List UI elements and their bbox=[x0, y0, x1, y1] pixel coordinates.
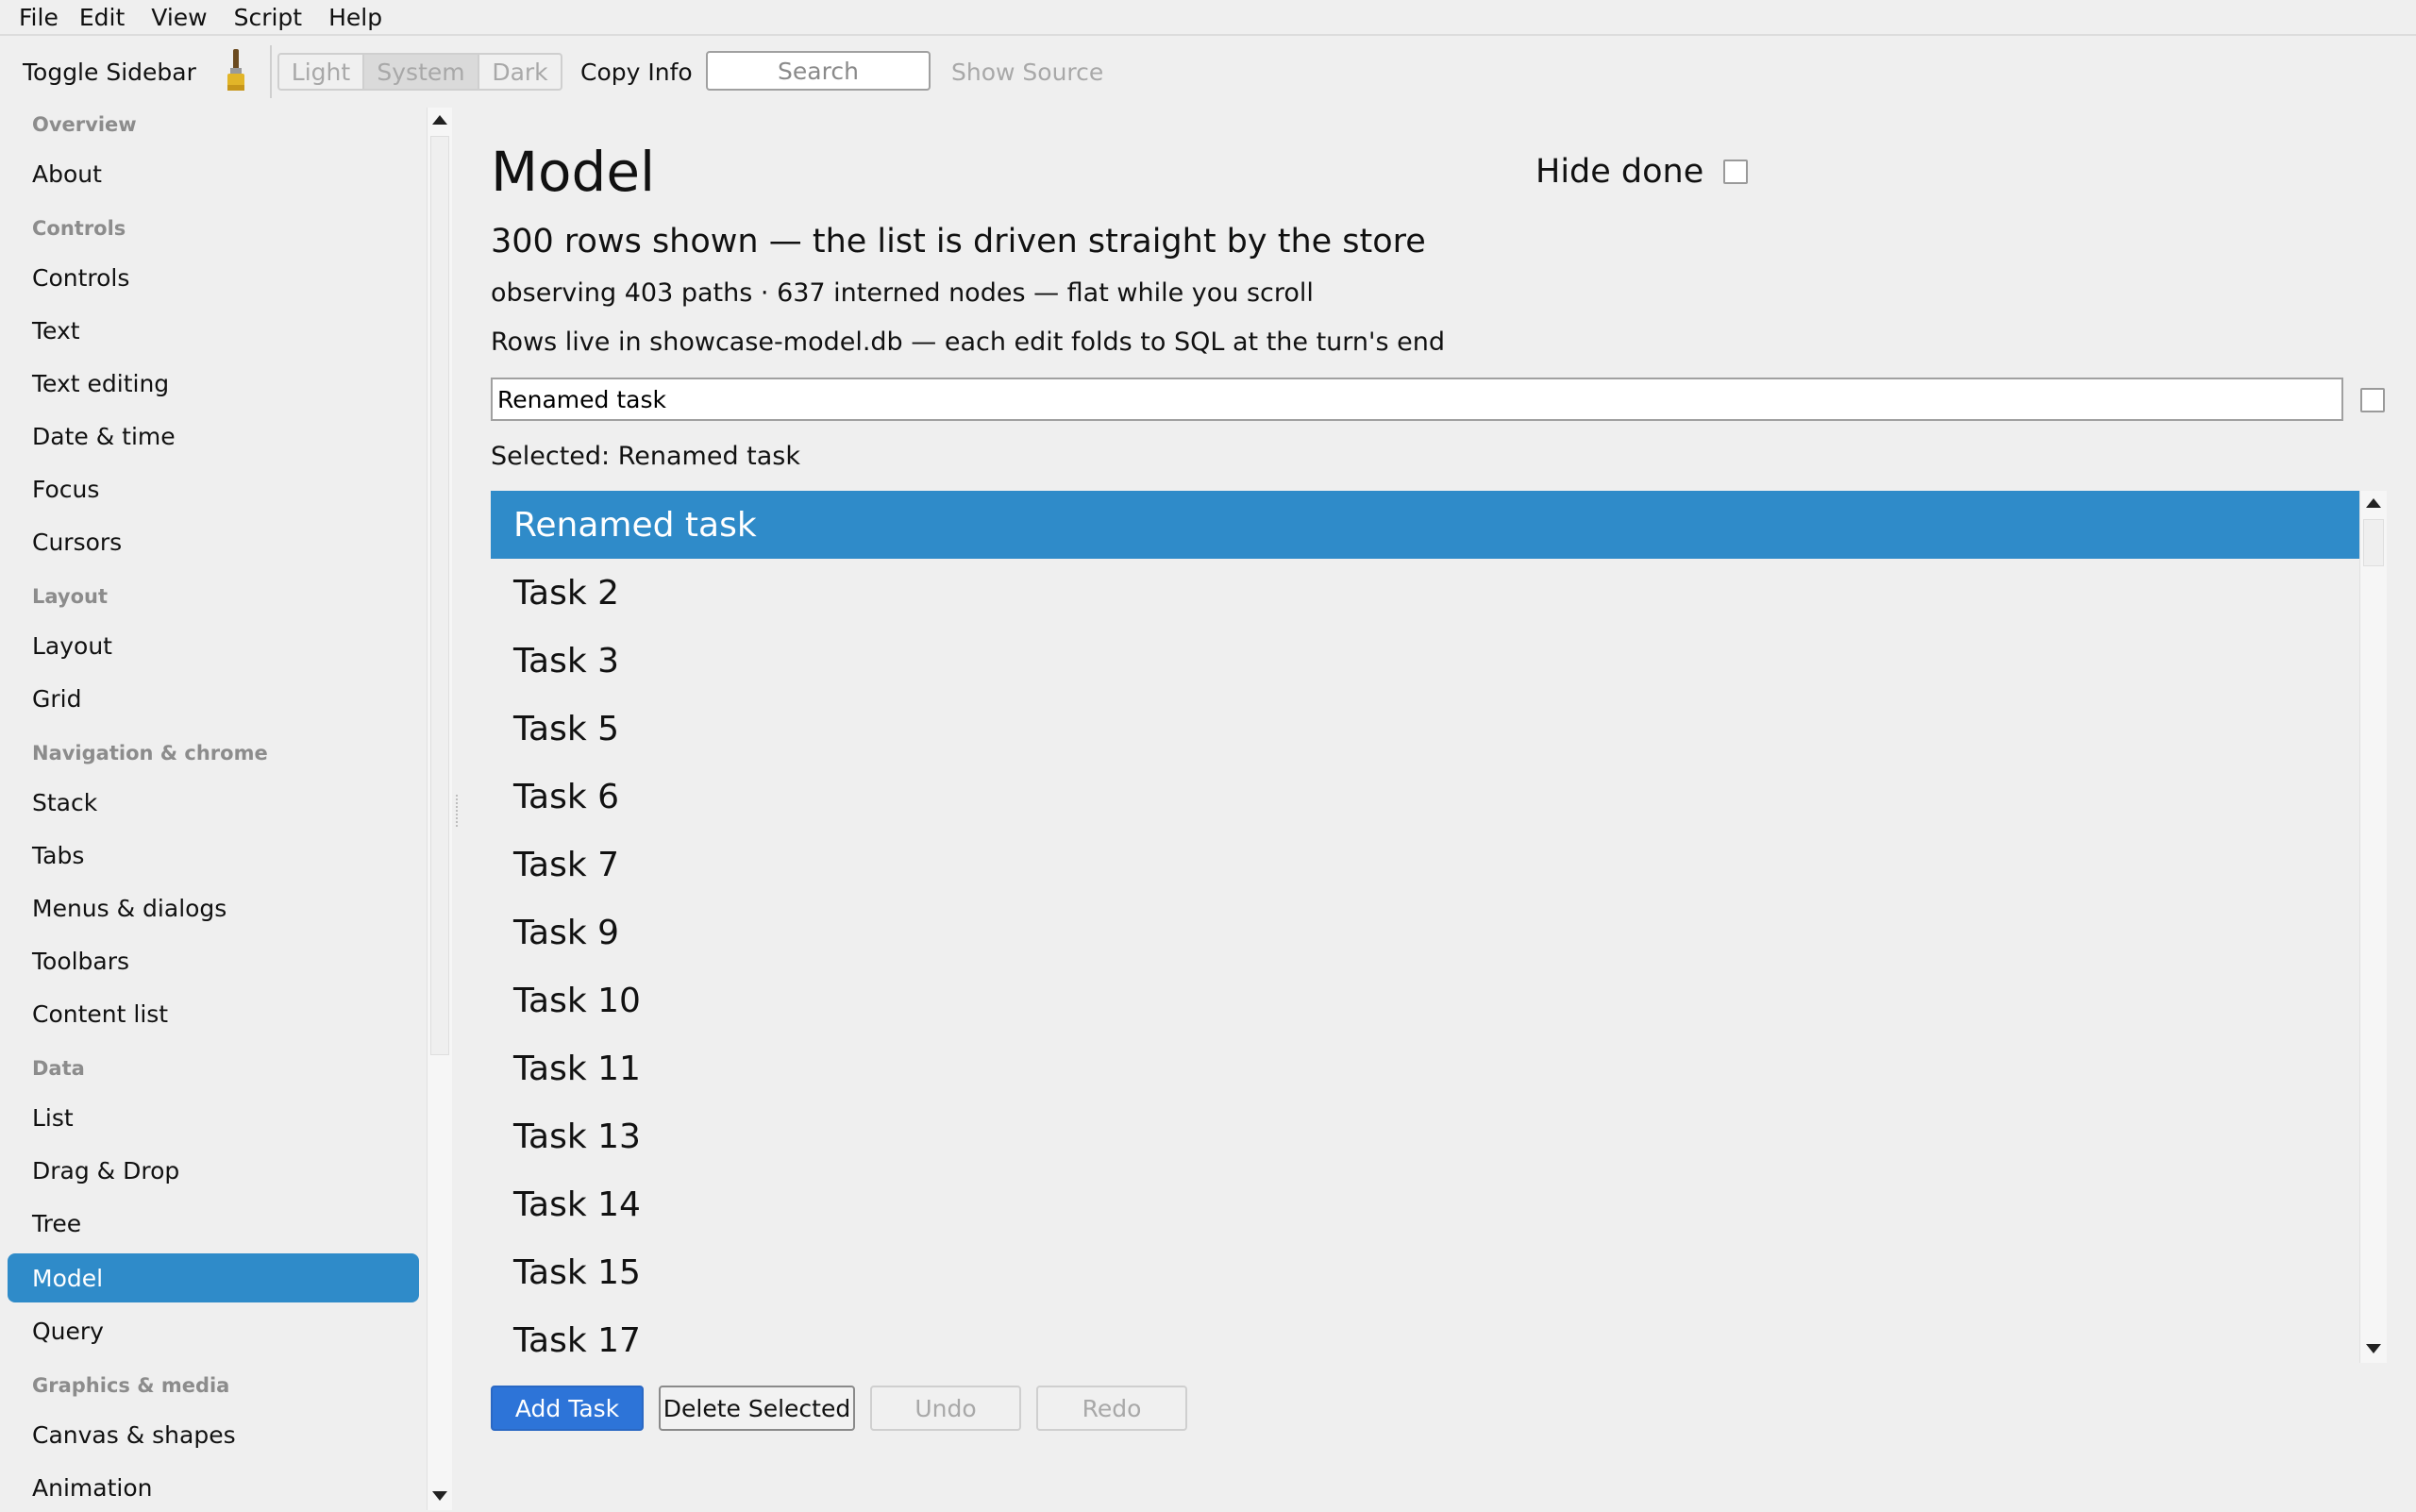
selected-task-label: Selected: Renamed task bbox=[491, 442, 801, 471]
rows-shown-text: 300 rows shown — the list is driven stra… bbox=[491, 223, 1426, 260]
sidebar-item-text-editing[interactable]: Text editing bbox=[8, 359, 419, 408]
sidebar-section-navigation: Navigation & chrome bbox=[32, 742, 268, 764]
scroll-up-arrow-icon[interactable] bbox=[2366, 498, 2381, 508]
sidebar-item-canvas-shapes[interactable]: Canvas & shapes bbox=[8, 1410, 419, 1459]
sidebar-item-tree[interactable]: Tree bbox=[8, 1199, 419, 1248]
sidebar-item-animation[interactable]: Animation bbox=[8, 1463, 419, 1512]
sidebar-section-graphics: Graphics & media bbox=[32, 1374, 230, 1397]
sidebar-item-tabs[interactable]: Tabs bbox=[8, 831, 419, 880]
menu-view[interactable]: View bbox=[143, 4, 226, 31]
search-input[interactable] bbox=[706, 51, 931, 91]
task-name-field[interactable] bbox=[491, 378, 2343, 421]
add-task-button[interactable]: Add Task bbox=[491, 1386, 644, 1431]
menu-file[interactable]: File bbox=[0, 4, 72, 31]
sidebar-section-controls: Controls bbox=[32, 217, 126, 240]
paintbrush-icon[interactable] bbox=[222, 47, 250, 94]
theme-light-button[interactable]: Light bbox=[277, 53, 364, 91]
sidebar-section-data: Data bbox=[32, 1057, 85, 1080]
sidebar-item-drag-drop[interactable]: Drag & Drop bbox=[8, 1146, 419, 1195]
task-list: Renamed task Task 2 Task 3 Task 5 Task 6… bbox=[491, 491, 2359, 1363]
sidebar-item-content-list[interactable]: Content list bbox=[8, 989, 419, 1038]
page-title: Model bbox=[491, 140, 656, 204]
hide-done-label: Hide done bbox=[1535, 153, 1704, 191]
sidebar-scrollbar[interactable] bbox=[427, 108, 452, 1510]
hide-done-checkbox[interactable] bbox=[1723, 160, 1748, 184]
show-source-button[interactable]: Show Source bbox=[951, 59, 1103, 86]
list-item[interactable]: Task 9 bbox=[491, 899, 2359, 966]
sidebar-item-toolbars[interactable]: Toolbars bbox=[8, 936, 419, 985]
list-item[interactable]: Task 13 bbox=[491, 1102, 2359, 1170]
sidebar-section-layout: Layout bbox=[32, 585, 109, 608]
copy-info-button[interactable]: Copy Info bbox=[580, 59, 693, 86]
sidebar-item-stack[interactable]: Stack bbox=[8, 778, 419, 827]
task-list-scrollbar-thumb[interactable] bbox=[2363, 519, 2384, 566]
list-item[interactable]: Task 6 bbox=[491, 763, 2359, 831]
toolbar: Toggle Sidebar Light System Dark Copy In… bbox=[0, 36, 2416, 108]
sidebar-item-grid[interactable]: Grid bbox=[8, 674, 419, 723]
scroll-down-arrow-icon[interactable] bbox=[2366, 1344, 2381, 1353]
theme-system-button[interactable]: System bbox=[364, 53, 479, 91]
sidebar-item-date-time[interactable]: Date & time bbox=[8, 412, 419, 461]
toolbar-separator bbox=[270, 45, 272, 98]
delete-selected-button[interactable]: Delete Selected bbox=[659, 1386, 855, 1431]
sidebar-item-text[interactable]: Text bbox=[8, 306, 419, 355]
sidebar-item-controls[interactable]: Controls bbox=[8, 253, 419, 302]
list-item[interactable]: Task 10 bbox=[491, 966, 2359, 1034]
list-item[interactable]: Task 15 bbox=[491, 1238, 2359, 1306]
sidebar-item-list[interactable]: List bbox=[8, 1093, 419, 1142]
sidebar-item-model[interactable]: Model bbox=[8, 1253, 419, 1302]
sidebar-item-menus-dialogs[interactable]: Menus & dialogs bbox=[8, 883, 419, 932]
sidebar-item-cursors[interactable]: Cursors bbox=[8, 517, 419, 566]
redo-button[interactable]: Redo bbox=[1036, 1386, 1187, 1431]
observing-text: observing 403 paths · 637 interned nodes… bbox=[491, 278, 1314, 308]
list-item[interactable]: Task 17 bbox=[491, 1306, 2359, 1363]
task-list-scrollbar[interactable] bbox=[2359, 491, 2387, 1363]
task-done-checkbox[interactable] bbox=[2360, 388, 2385, 412]
list-item[interactable]: Task 14 bbox=[491, 1170, 2359, 1238]
list-item[interactable]: Task 5 bbox=[491, 695, 2359, 763]
sidebar: Overview About Controls Controls Text Te… bbox=[0, 108, 427, 1510]
sidebar-item-focus[interactable]: Focus bbox=[8, 464, 419, 513]
rows-live-text: Rows live in showcase-model.db — each ed… bbox=[491, 328, 1445, 357]
sidebar-scrollbar-thumb[interactable] bbox=[430, 136, 449, 1055]
menu-help[interactable]: Help bbox=[321, 4, 401, 31]
menubar: File Edit View Script Help bbox=[0, 0, 2416, 36]
list-item[interactable]: Renamed task bbox=[491, 491, 2359, 559]
list-item[interactable]: Task 3 bbox=[491, 627, 2359, 695]
list-item[interactable]: Task 2 bbox=[491, 559, 2359, 627]
list-item[interactable]: Task 7 bbox=[491, 831, 2359, 899]
sidebar-item-query[interactable]: Query bbox=[8, 1306, 419, 1355]
list-item[interactable]: Task 11 bbox=[491, 1034, 2359, 1102]
menu-script[interactable]: Script bbox=[226, 4, 322, 31]
scroll-down-arrow-icon[interactable] bbox=[432, 1491, 447, 1501]
theme-dark-button[interactable]: Dark bbox=[479, 53, 562, 91]
sidebar-item-layout[interactable]: Layout bbox=[8, 621, 419, 670]
scroll-up-arrow-icon[interactable] bbox=[432, 115, 447, 125]
splitter-handle[interactable] bbox=[456, 795, 460, 827]
menu-edit[interactable]: Edit bbox=[72, 4, 143, 31]
sidebar-item-about[interactable]: About bbox=[8, 149, 419, 198]
toggle-sidebar-button[interactable]: Toggle Sidebar bbox=[23, 59, 196, 86]
sidebar-section-overview: Overview bbox=[32, 113, 137, 136]
undo-button[interactable]: Undo bbox=[870, 1386, 1021, 1431]
